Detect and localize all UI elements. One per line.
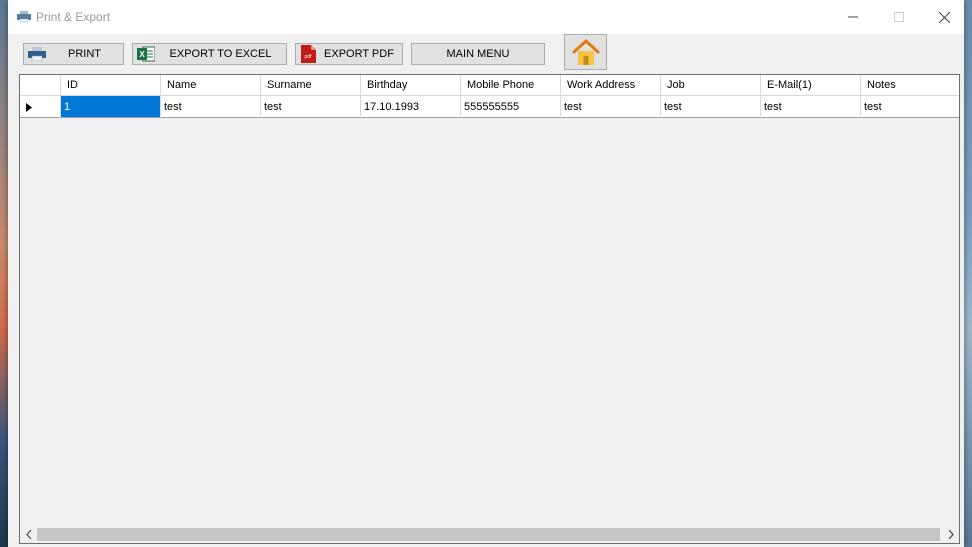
cell-surname[interactable]: test <box>261 96 361 118</box>
export-pdf-label: EXPORT PDF <box>324 48 394 60</box>
minimize-icon <box>848 16 858 18</box>
chevron-right-icon <box>948 530 954 539</box>
column-header-job[interactable]: Job <box>661 75 761 96</box>
horizontal-scrollbar[interactable] <box>20 526 959 543</box>
scroll-left-button[interactable] <box>20 526 37 543</box>
main-menu-label: MAIN MENU <box>446 48 510 60</box>
column-header-surname[interactable]: Surname <box>261 75 361 96</box>
grid-header-row: ID Name Surname Birthday Mobile Phone Wo… <box>20 75 959 96</box>
row-header-corner[interactable] <box>20 75 61 96</box>
column-header-mobile-phone[interactable]: Mobile Phone <box>461 75 561 96</box>
maximize-button[interactable] <box>876 0 922 34</box>
cell-id[interactable]: 1 <box>61 96 161 118</box>
data-grid[interactable]: ID Name Surname Birthday Mobile Phone Wo… <box>19 74 960 544</box>
printer-icon <box>17 11 31 23</box>
window-title: Print & Export <box>36 10 111 24</box>
column-header-notes[interactable]: Notes <box>861 75 959 96</box>
title-bar[interactable]: Print & Export <box>8 0 964 34</box>
column-header-name[interactable]: Name <box>161 75 261 96</box>
close-button[interactable] <box>921 0 967 34</box>
main-menu-button[interactable]: MAIN MENU <box>411 43 545 65</box>
close-icon <box>938 11 950 23</box>
printer-icon <box>28 47 46 61</box>
cell-notes[interactable]: test <box>861 96 959 118</box>
svg-text:pdf: pdf <box>305 54 313 60</box>
row-pointer-icon <box>26 103 32 112</box>
table-row[interactable]: 1 test test 17.10.1993 555555555 test te… <box>20 96 959 118</box>
cell-job[interactable]: test <box>661 96 761 118</box>
excel-icon: X <box>137 46 155 62</box>
column-header-birthday[interactable]: Birthday <box>361 75 461 96</box>
scrollbar-thumb[interactable] <box>37 528 940 541</box>
pdf-icon: pdf <box>301 45 316 63</box>
home-icon <box>572 39 599 65</box>
cell-email[interactable]: test <box>761 96 861 118</box>
scroll-right-button[interactable] <box>942 526 959 543</box>
maximize-icon <box>894 12 904 22</box>
print-button[interactable]: PRINT <box>23 43 124 65</box>
cell-work-address[interactable]: test <box>561 96 661 118</box>
home-button[interactable] <box>564 34 607 70</box>
column-header-id[interactable]: ID <box>61 75 161 96</box>
cell-name[interactable]: test <box>161 96 261 118</box>
export-excel-button[interactable]: X EXPORT TO EXCEL <box>132 43 287 65</box>
column-header-work-address[interactable]: Work Address <box>561 75 661 96</box>
row-header[interactable] <box>20 96 61 118</box>
cell-mobile-phone[interactable]: 555555555 <box>461 96 561 118</box>
minimize-button[interactable] <box>830 0 876 34</box>
print-label: PRINT <box>68 48 101 60</box>
cell-birthday[interactable]: 17.10.1993 <box>361 96 461 118</box>
print-export-window: Print & Export PRINT X EXPORT TO EXCEL p… <box>8 0 964 547</box>
chevron-left-icon <box>25 530 31 539</box>
column-header-email[interactable]: E-Mail(1) <box>761 75 861 96</box>
svg-text:X: X <box>139 50 145 59</box>
export-pdf-button[interactable]: pdf EXPORT PDF <box>295 43 403 65</box>
export-excel-label: EXPORT TO EXCEL <box>169 48 272 60</box>
toolbar: PRINT X EXPORT TO EXCEL pdf EXPORT PDF M… <box>8 34 964 74</box>
